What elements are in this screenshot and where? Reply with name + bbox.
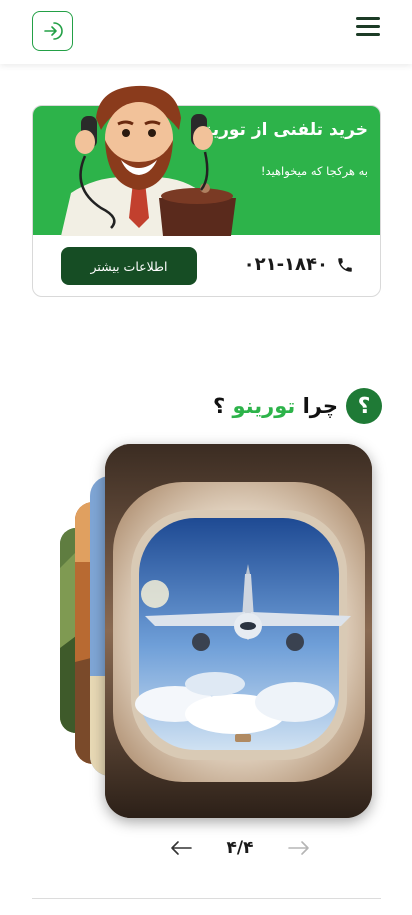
hamburger-menu-icon[interactable] <box>356 14 382 38</box>
phone-icon <box>338 257 352 272</box>
more-info-button[interactable]: اطلاعات بیشتر <box>61 247 197 285</box>
login-button[interactable] <box>32 11 73 51</box>
phone-number: ۰۲۱-۱۸۴۰ <box>243 254 328 275</box>
why-prefix: چرا <box>302 394 338 418</box>
why-suffix: ؟ <box>213 394 226 418</box>
page-indicator: ۴/۴ <box>226 838 254 858</box>
login-arrow-icon <box>43 22 63 40</box>
slide-card-airplane-window[interactable] <box>105 444 372 818</box>
app-header <box>0 0 412 64</box>
arrow-left-icon[interactable] <box>170 840 192 856</box>
feature-card-slider[interactable] <box>0 440 412 830</box>
why-heading: چرا تورینو ؟ <box>213 394 338 418</box>
support-man-illustration <box>61 85 236 236</box>
promo-subtitle: به هرکجا که میخواهید! <box>260 164 368 178</box>
arrow-right-icon[interactable] <box>288 840 310 856</box>
section-divider <box>32 898 381 899</box>
slider-pager: ۴/۴ <box>170 836 310 860</box>
why-section-title: ؟ چرا تورینو ؟ <box>213 388 382 424</box>
brand-name: تورینو <box>232 394 296 418</box>
question-mark-icon: ؟ <box>346 388 382 424</box>
phone-number-link[interactable]: ۰۲۱-۱۸۴۰ <box>244 254 354 275</box>
phone-purchase-card: خرید تلفنی از تورینو به هرکجا که میخواهی… <box>32 85 381 297</box>
